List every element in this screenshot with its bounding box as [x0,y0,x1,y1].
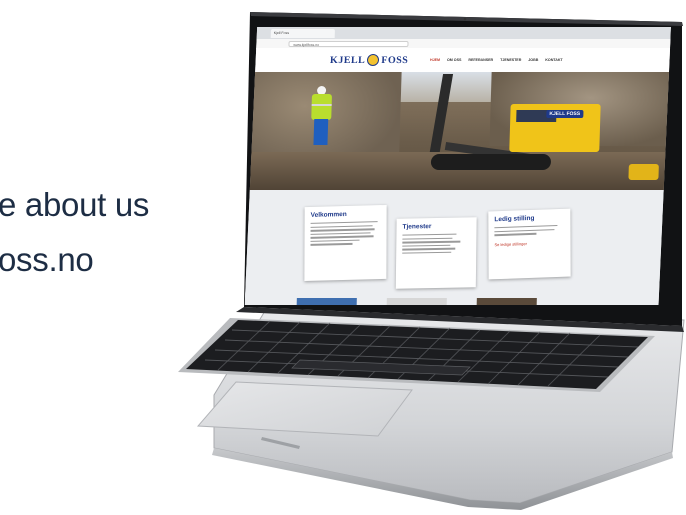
card-welcome: Velkommen [304,205,386,281]
wheel-loader [628,164,658,180]
nav-item-services[interactable]: TJENESTER [500,58,521,62]
nav-item-contact[interactable]: KONTAKT [545,58,562,62]
nav-item-references[interactable]: REFERANSER [468,58,493,62]
nav-item-about[interactable]: OM OSS [447,58,462,62]
browser-tab[interactable]: Kjell Foss [271,29,335,38]
worker-figure [309,86,333,148]
card-title: Tjenester [402,223,432,231]
hero-image: KJELL FOSS [248,72,670,190]
site-logo[interactable]: KJELL FOSS [330,53,409,67]
address-bar[interactable]: www.kjellfoss.no [288,41,408,47]
site-header: KJELL FOSS HJEM OM OSS REFERANSER TJENES… [252,48,671,72]
job-link[interactable]: Se ledige stillinger [494,239,564,246]
card-title: Velkommen [310,210,347,219]
logo-emblem-icon [367,54,379,66]
rig-logo: KJELL FOSS [546,110,583,118]
card-title: Ledig stilling [494,214,535,224]
trackpad [196,381,413,437]
nav-item-jobs[interactable]: JOBB [528,58,538,62]
logo-right: FOSS [381,54,409,66]
card-job-opening: Ledig stilling Se ledige stillinger [488,209,570,280]
site-nav: HJEM OM OSS REFERANSER TJENESTER JOBB KO… [430,58,563,62]
logo-left: KJELL [329,54,366,66]
laptop-screen: Kjell Foss www.kjellfoss.no KJELL FOSS H… [245,27,673,305]
website-screenshot: Kjell Foss www.kjellfoss.no KJELL FOSS H… [245,27,671,305]
content-section: Velkommen Tjenester Ledig stilling Se le… [245,190,666,305]
thumbnail-strip [297,298,597,305]
nav-item-home[interactable]: HJEM [430,58,440,62]
card-services: Tjenester [396,217,477,288]
